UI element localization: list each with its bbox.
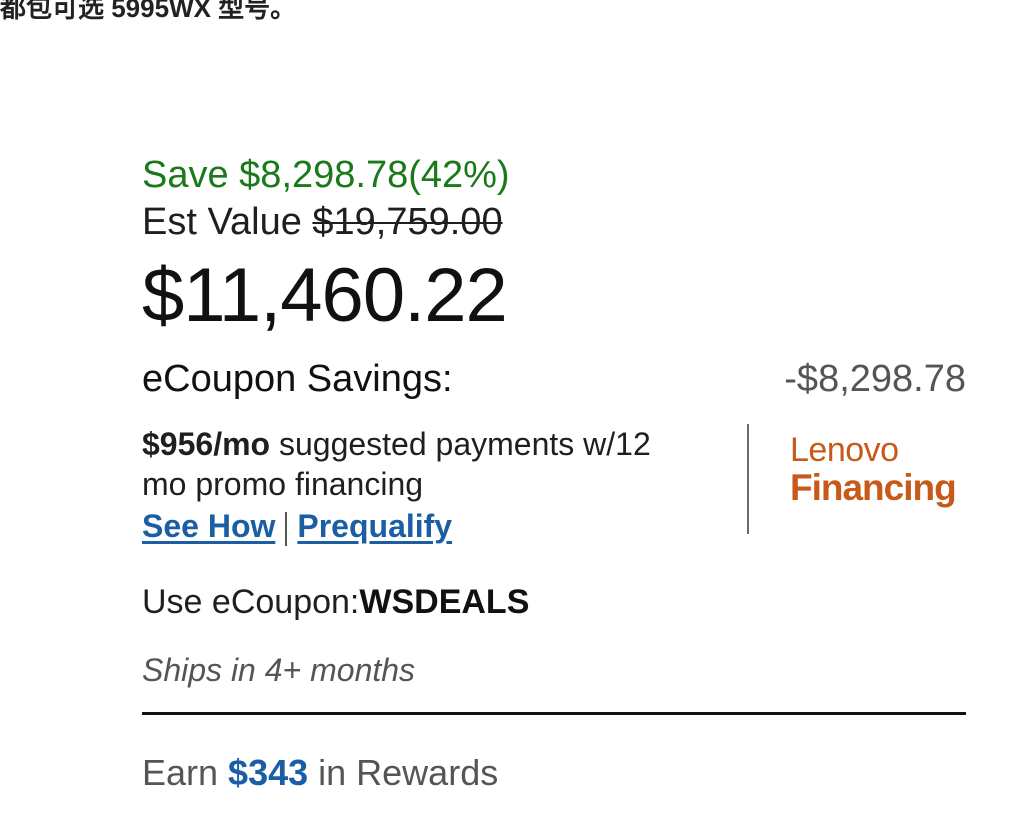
est-value-amount: $19,759.00 xyxy=(312,201,503,243)
estimated-value: Est Value $19,759.00 xyxy=(142,198,966,246)
section-divider xyxy=(142,712,966,715)
financing-divider xyxy=(747,424,749,534)
logo-line-financing: Financing xyxy=(790,467,957,508)
ecoupon-savings-amount: -$8,298.78 xyxy=(784,358,966,400)
current-price: $11,460.22 xyxy=(142,253,508,338)
logo-line-lenovo: Lenovo xyxy=(790,431,899,469)
monthly-payment: $956/mo xyxy=(142,426,271,462)
lenovo-financing-logo[interactable]: Lenovo Financing xyxy=(790,432,966,508)
link-divider xyxy=(285,511,288,546)
ecoupon-savings-label: eCoupon Savings: xyxy=(142,358,453,400)
financing-description: $956/mo suggested payments w/12 mo promo… xyxy=(142,424,702,548)
product-price-panel-page: 都包可选 5995WX 型号。 Save $8,298.78(42%) Est … xyxy=(0,0,1016,840)
top-cropped-text: 都包可选 5995WX 型号。 xyxy=(0,0,297,23)
ecoupon-savings-row: eCoupon Savings: -$8,298.78 xyxy=(142,356,966,402)
see-how-link[interactable]: See How xyxy=(142,508,275,544)
use-ecoupon: Use eCoupon:WSDEALS xyxy=(142,580,966,624)
rewards-suffix: in Rewards xyxy=(308,752,499,793)
rewards-text: Earn $343 in Rewards xyxy=(142,751,966,795)
shipping-estimate: Ships in 4+ months xyxy=(142,652,416,688)
ecoupon-code: WSDEALS xyxy=(359,583,530,621)
savings-text: Save $8,298.78(42%) xyxy=(142,154,510,196)
financing-links: See How Prequalify xyxy=(142,504,702,548)
rewards-prefix: Earn xyxy=(142,752,229,793)
est-value-label: Est Value xyxy=(142,201,313,243)
use-ecoupon-label: Use eCoupon: xyxy=(142,583,360,621)
price-panel: Save $8,298.78(42%) Est Value $19,759.00… xyxy=(142,152,966,795)
rewards-amount: $343 xyxy=(228,752,309,793)
prequalify-link[interactable]: Prequalify xyxy=(297,508,452,544)
financing-section: $956/mo suggested payments w/12 mo promo… xyxy=(142,424,966,546)
